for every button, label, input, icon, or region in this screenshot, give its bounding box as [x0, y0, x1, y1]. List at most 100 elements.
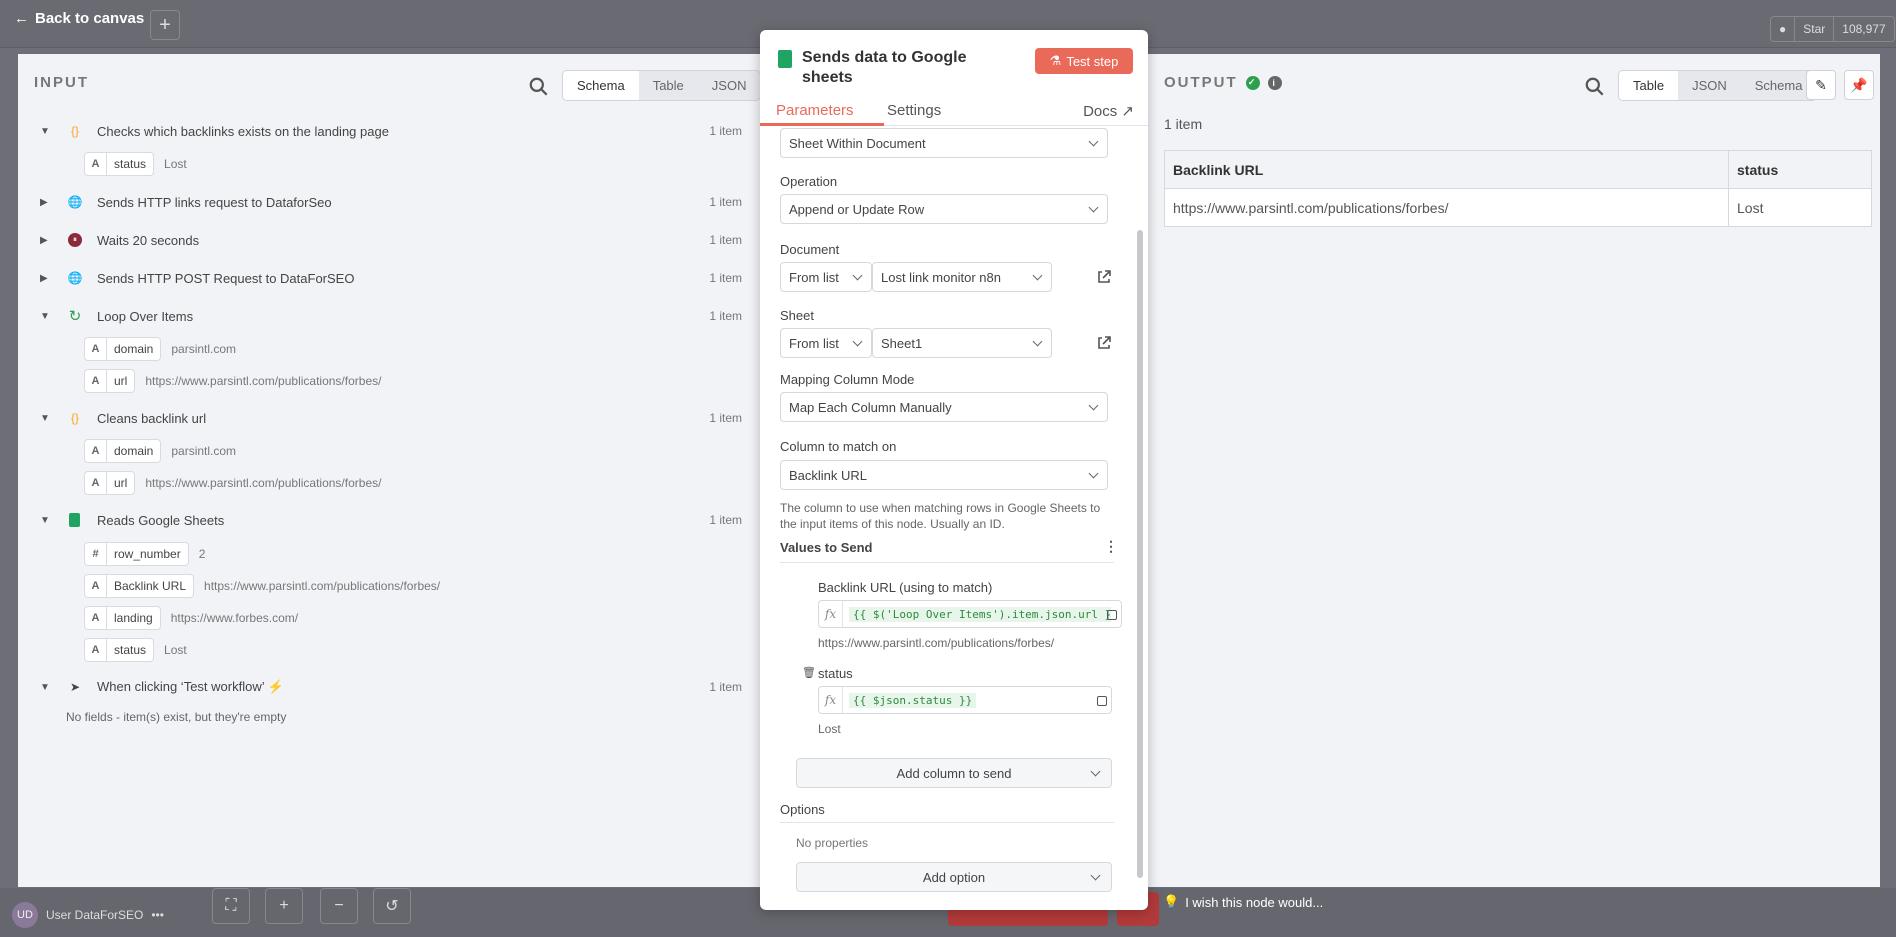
info-icon[interactable]: i: [1267, 75, 1282, 90]
parameters-body: Sheet Within Document Operation Append o…: [760, 128, 1148, 910]
operation-select[interactable]: Append or Update Row: [780, 194, 1108, 224]
schema-node[interactable]: ▼ {} Checks which backlinks exists on th…: [18, 118, 760, 144]
schema-node[interactable]: ▶ ⏸ Waits 20 seconds 1 item: [18, 227, 760, 253]
field-value: Lost: [164, 157, 187, 171]
schema-field[interactable]: Adomain parsintl.com: [84, 438, 236, 464]
schema-field[interactable]: Alanding https://www.forbes.com/: [84, 605, 298, 631]
chevron-down-icon[interactable]: ▼: [40, 311, 50, 322]
code-braces-icon: {}: [70, 124, 79, 138]
sheet-select[interactable]: Sheet1: [872, 328, 1052, 358]
schema-node[interactable]: ▼ ↻ Loop Over Items 1 item: [18, 303, 760, 329]
input-view-table[interactable]: Table: [639, 71, 698, 100]
schema-node[interactable]: ▶ 🌐 Sends HTTP POST Request to DataForSE…: [18, 265, 760, 291]
input-view-schema[interactable]: Schema: [563, 71, 639, 100]
more-dots-icon[interactable]: •••: [151, 908, 164, 922]
add-node-button[interactable]: +: [150, 10, 180, 40]
pencil-icon: ✎: [1815, 76, 1827, 93]
github-star-button[interactable]: ● Star 108,977: [1770, 16, 1895, 42]
chevron-right-icon[interactable]: ▶: [40, 235, 48, 246]
expression-input[interactable]: fx {{ $('Loop Over Items').item.json.url…: [818, 600, 1122, 628]
tab-parameters[interactable]: Parameters: [776, 102, 854, 119]
section-divider: [780, 562, 1114, 563]
pin-data-button[interactable]: 📌: [1844, 70, 1874, 100]
field-type-icon: A: [85, 575, 107, 597]
output-panel-header: OUTPUT ✓ i: [1164, 74, 1282, 91]
sheet-mode-select[interactable]: From list: [780, 328, 872, 358]
schema-field[interactable]: Aurl https://www.parsintl.com/publicatio…: [84, 368, 381, 394]
field-name: landing: [114, 611, 153, 625]
sheet-select-value: Sheet1: [881, 335, 923, 351]
trash-icon[interactable]: 🗑: [802, 666, 816, 679]
check-circle-icon: ✓: [1245, 75, 1260, 90]
schema-node[interactable]: ▼ ➤ When clicking ‘Test workflow’ ⚡ 1 it…: [18, 674, 760, 700]
scrollbar-thumb[interactable]: [1137, 230, 1143, 878]
table-cell[interactable]: https://www.parsintl.com/publications/fo…: [1164, 188, 1729, 227]
schema-field[interactable]: Aurl https://www.parsintl.com/publicatio…: [84, 470, 381, 496]
feedback-link[interactable]: 💡 I wish this node would...: [1163, 894, 1323, 910]
node-title[interactable]: Sends data to Google sheets: [802, 48, 1002, 88]
schema-node[interactable]: ▼ Reads Google Sheets 1 item: [18, 507, 760, 533]
chevron-right-icon[interactable]: ▶: [40, 273, 48, 284]
table-row: https://www.parsintl.com/publications/fo…: [1164, 188, 1872, 227]
output-view-json[interactable]: JSON: [1678, 71, 1741, 100]
search-icon[interactable]: [1584, 76, 1606, 98]
chevron-down-icon: [852, 270, 863, 281]
feedback-text: I wish this node would...: [1185, 894, 1324, 910]
resource-select[interactable]: Sheet Within Document: [780, 128, 1108, 158]
table-header-cell: status: [1728, 150, 1872, 189]
user-menu[interactable]: UD User DataForSEO •••: [12, 902, 164, 928]
expression-input[interactable]: fx {{ $json.status }}: [818, 686, 1112, 714]
chevron-down-icon: [852, 336, 863, 347]
back-to-canvas-button[interactable]: ← Back to canvas: [14, 10, 144, 27]
chevron-right-icon[interactable]: ▶: [40, 197, 48, 208]
schema-field[interactable]: Adomain parsintl.com: [84, 336, 236, 362]
chevron-down-icon[interactable]: ▼: [40, 126, 50, 137]
chevron-down-icon[interactable]: ▼: [40, 515, 50, 526]
output-view-table[interactable]: Table: [1619, 71, 1679, 100]
node-settings-modal: Sends data to Google sheets ⚗ Test step …: [760, 30, 1148, 910]
document-select[interactable]: Lost link monitor n8n: [872, 262, 1052, 292]
chevron-down-icon[interactable]: ▼: [40, 413, 50, 424]
node-tabs: Parameters Settings Docs ↗: [760, 96, 1148, 126]
more-vertical-icon[interactable]: ⋮: [1104, 538, 1118, 555]
schema-node[interactable]: ▶ 🌐 Sends HTTP links request to DataforS…: [18, 189, 760, 215]
schema-field[interactable]: Astatus Lost: [84, 151, 187, 177]
schema-field[interactable]: # row_number 2: [84, 541, 205, 567]
expression-preview: https://www.parsintl.com/publications/fo…: [818, 636, 1055, 650]
edit-output-button[interactable]: ✎: [1806, 70, 1836, 100]
document-mode-value: From list: [789, 269, 839, 285]
open-sheet-icon[interactable]: [1096, 335, 1112, 351]
add-option-button[interactable]: Add option: [796, 862, 1112, 892]
field-name: domain: [114, 342, 154, 356]
zoom-in-button[interactable]: +: [265, 888, 303, 924]
lightbulb-icon: 💡: [1163, 894, 1180, 909]
loop-icon: ↻: [68, 308, 82, 325]
no-properties-text: No properties: [796, 836, 869, 850]
tab-settings[interactable]: Settings: [887, 102, 941, 119]
fit-view-button[interactable]: ⛶: [212, 888, 250, 924]
reset-zoom-button[interactable]: ↺: [373, 888, 411, 924]
input-view-json[interactable]: JSON: [698, 71, 761, 100]
field-name: row_number: [114, 547, 181, 561]
open-document-icon[interactable]: [1096, 269, 1112, 285]
match-column-hint: The column to use when matching rows in …: [780, 501, 1101, 531]
schema-node[interactable]: ▼ {} Cleans backlink url 1 item: [18, 405, 760, 431]
schema-field[interactable]: A Backlink URL https://www.parsintl.com/p…: [84, 573, 440, 599]
test-step-button[interactable]: ⚗ Test step: [1035, 48, 1133, 74]
chevron-down-icon[interactable]: ▼: [40, 682, 50, 693]
cursor-icon: ➤: [69, 680, 81, 694]
document-mode-select[interactable]: From list: [780, 262, 872, 292]
schema-field[interactable]: Astatus Lost: [84, 637, 187, 663]
operation-select-value: Append or Update Row: [789, 201, 925, 217]
match-column-select[interactable]: Backlink URL: [780, 460, 1108, 490]
docs-link[interactable]: Docs ↗: [1083, 102, 1134, 120]
expression-code: {{ $json.status }}: [849, 692, 977, 708]
sheet-mode-value: From list: [789, 335, 839, 351]
add-column-button[interactable]: Add column to send: [796, 758, 1112, 788]
expand-icon[interactable]: [1107, 610, 1117, 620]
expand-icon[interactable]: [1097, 696, 1107, 706]
zoom-out-button[interactable]: −: [320, 888, 358, 924]
mapping-mode-select[interactable]: Map Each Column Manually: [780, 392, 1108, 422]
table-cell[interactable]: Lost: [1728, 188, 1872, 227]
search-icon[interactable]: [528, 76, 550, 98]
